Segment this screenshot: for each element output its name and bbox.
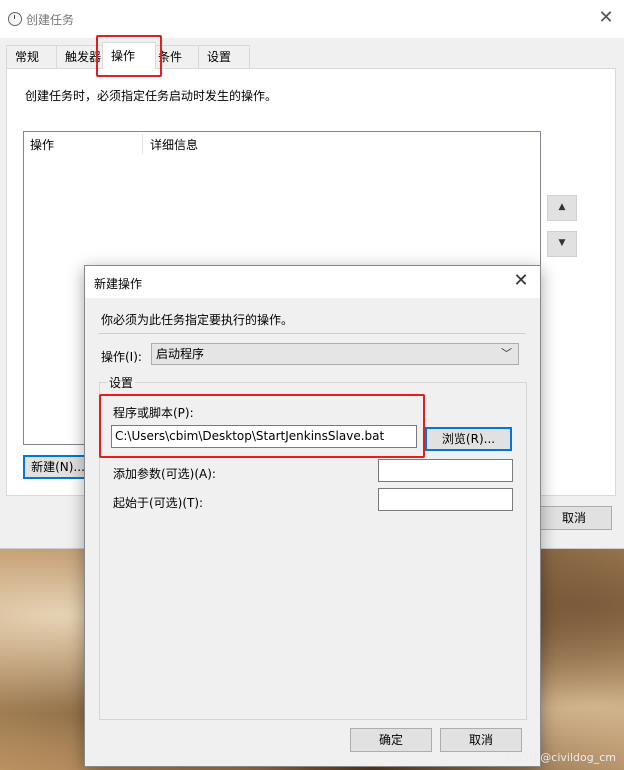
window-titlebar: 创建任务 ✕ [0,0,624,38]
program-field-highlight [99,394,425,458]
watermark: CSDN @civildog_cm [505,751,616,764]
new-action-dialog: 新建操作 ✕ 你必须为此任务指定要执行的操作。 操作(I): 启动程序 ﹀ 设置… [84,265,541,767]
tab-general[interactable]: 常规 [6,45,58,68]
tab-actions[interactable]: 操作 [102,42,156,69]
panel-description: 创建任务时，必须指定任务启动时发生的操作。 [25,89,278,103]
action-type-value: 启动程序 [156,347,205,361]
start-in-label: 起始于(可选)(T): [113,496,204,510]
dialog-cancel-button[interactable]: 取消 [440,728,522,752]
action-type-label: 操作(I): [101,350,142,364]
new-action-button[interactable]: 新建(N)... [23,455,93,479]
browse-button[interactable]: 浏览(R)... [425,427,512,451]
dialog-description: 你必须为此任务指定要执行的操作。 [101,313,294,327]
arrow-down-icon: ▼ [558,238,566,248]
action-type-select[interactable]: 启动程序 ﹀ [151,343,519,365]
column-header-details[interactable]: 详细信息 [150,136,198,153]
task-scheduler-icon [8,12,22,26]
add-arguments-input[interactable] [378,459,513,482]
move-up-button[interactable]: ▲ [547,195,577,221]
chevron-down-icon: ﹀ [501,347,512,360]
window-close-icon[interactable]: ✕ [596,8,616,28]
arrow-up-icon: ▲ [558,202,566,212]
column-header-action[interactable]: 操作 [30,136,54,153]
window-cancel-button[interactable]: 取消 [536,506,612,530]
dialog-divider [99,333,525,334]
dialog-close-icon[interactable]: ✕ [510,270,532,292]
ok-button[interactable]: 确定 [350,728,432,752]
dialog-title: 新建操作 [94,277,143,291]
dialog-titlebar: 新建操作 ✕ [85,266,540,298]
move-down-button[interactable]: ▼ [547,231,577,257]
window-title: 创建任务 [26,13,75,27]
start-in-input[interactable] [378,488,513,511]
column-separator [142,134,143,154]
settings-group-label: 设置 [107,374,136,391]
tab-settings[interactable]: 设置 [198,45,250,68]
add-arguments-label: 添加参数(可选)(A): [113,467,216,481]
